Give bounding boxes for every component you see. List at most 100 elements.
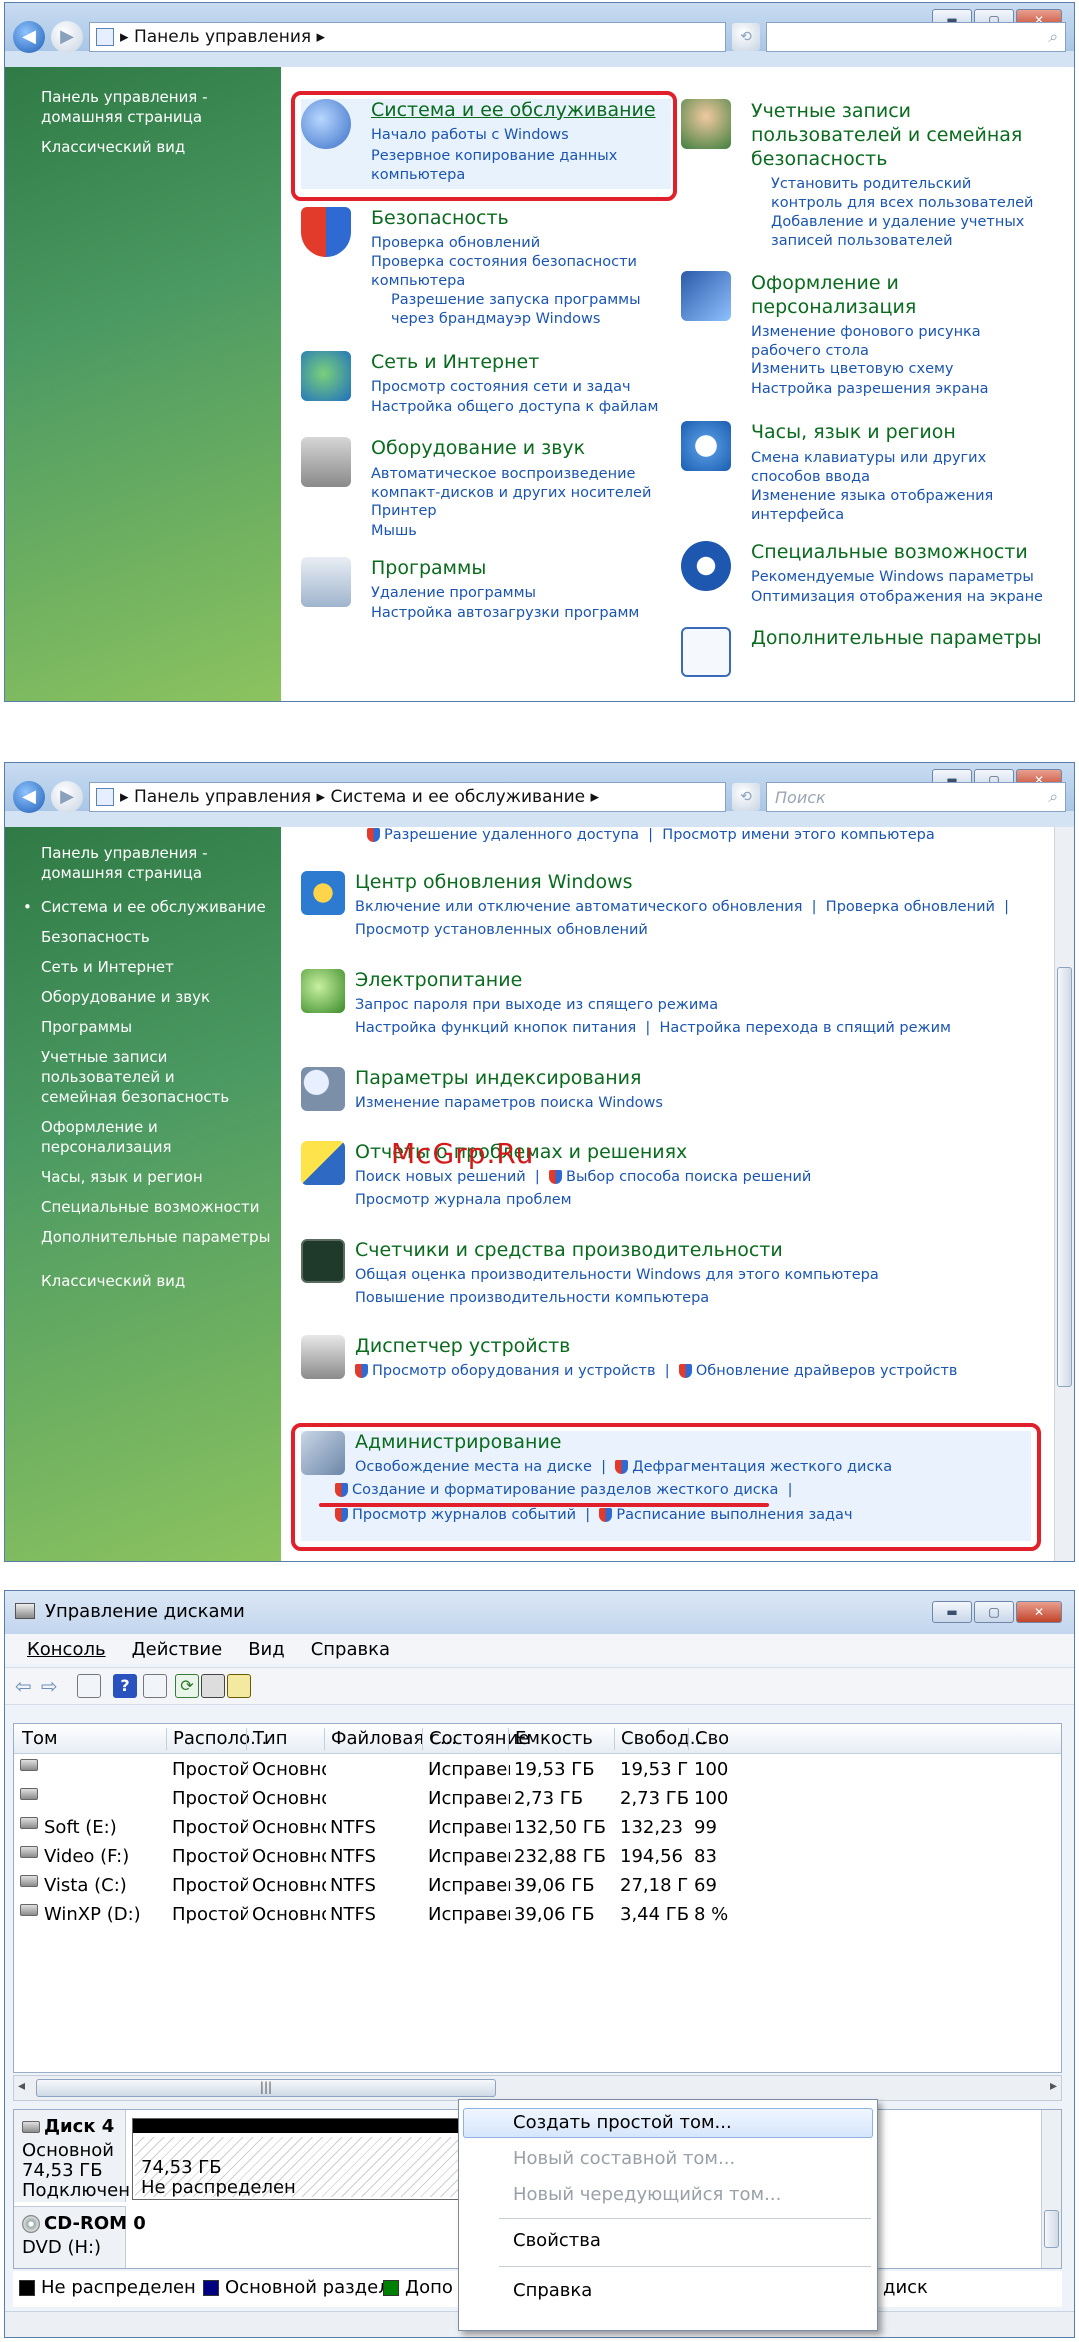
cdrom-info[interactable]: CD-ROM 0 DVD (H:) [14, 2206, 146, 2268]
category-security[interactable]: Безопасность Проверка обновлений Проверк… [301, 207, 681, 337]
magnifier-icon [301, 1067, 345, 1111]
breadcrumb-control-panel[interactable]: Панель управления [134, 787, 311, 807]
refresh-icon[interactable]: ⟳ [175, 1674, 199, 1698]
performance-monitor-icon [301, 1239, 345, 1283]
sidebar-item-hardware[interactable]: Оборудование и звук [41, 987, 281, 1007]
menu-view[interactable]: Вид [248, 1639, 285, 1660]
section-indexing[interactable]: Параметры индексирования Изменение парам… [301, 1067, 1041, 1117]
section-performance[interactable]: Счетчики и средства производительности О… [301, 1239, 1041, 1306]
sidebar-item-accounts[interactable]: Учетные записи пользователей и семейная … [41, 1047, 251, 1107]
table-cell: 19,53 ГБ [514, 1759, 595, 1780]
table-cell: WinXP (D:) [44, 1904, 141, 1925]
minimize-button[interactable]: ▬ [932, 1601, 972, 1623]
scroll-thumb[interactable] [1044, 2210, 1059, 2248]
col-type[interactable]: Тип [246, 1728, 287, 1750]
category-accounts[interactable]: Учетные записи пользователей и семейная … [681, 99, 1061, 249]
menu-console[interactable]: Консоль [27, 1639, 106, 1660]
sidebar-item-system[interactable]: • Система и ее обслуживание [23, 897, 281, 917]
section-administration[interactable]: Администрирование Освобождение места на … [301, 1431, 1031, 1541]
refresh-icon[interactable]: ⟲ [732, 783, 760, 811]
section-power[interactable]: Электропитание Запрос пароля при выходе … [301, 969, 1041, 1036]
volume-icon [20, 1788, 38, 1800]
sidebar-item-security[interactable]: Безопасность [41, 927, 281, 947]
table-cell: 27,18 ГБ [620, 1875, 690, 1896]
back-button[interactable]: ◀ [13, 21, 45, 53]
scroll-thumb[interactable] [1057, 967, 1072, 1387]
menu-new-striped-volume[interactable]: Новый чередующийся том... [513, 2184, 781, 2205]
sidebar-item-clock[interactable]: Часы, язык и регион [41, 1167, 281, 1187]
table-row[interactable]: ПростойОсновнойИсправен...19,53 ГБ19,53 … [14, 1756, 1061, 1785]
volume-icon [20, 1846, 38, 1858]
section-device-manager[interactable]: Диспетчер устройств Просмотр оборудовани… [301, 1335, 1041, 1385]
table-row[interactable]: WinXP (D:) ПростойОсновнойNTFS Исправен...… [14, 1901, 1061, 1930]
power-icon [301, 969, 345, 1013]
search-icon[interactable]: ⌕ [1048, 787, 1057, 807]
sidebar-item-home[interactable]: Панель управления - домашняя страница [41, 843, 231, 883]
disk4-info[interactable]: Диск 4 Основной 74,53 ГБ Подключен [14, 2110, 130, 2202]
action-pane-icon[interactable] [143, 1674, 167, 1698]
scroll-thumb[interactable]: ||| [36, 2079, 496, 2097]
vertical-scrollbar[interactable] [1054, 827, 1074, 1561]
refresh-icon[interactable]: ⟲ [732, 23, 760, 51]
back-arrow-icon[interactable]: ⇦ [15, 1674, 39, 1698]
col-percent-free[interactable]: Сво [688, 1728, 728, 1750]
forward-button[interactable]: ▶ [51, 781, 83, 813]
back-button[interactable]: ◀ [13, 781, 45, 813]
category-hardware[interactable]: Оборудование и звук Автоматическое воспр… [301, 437, 691, 539]
table-cell: 2,73 ГБ [514, 1788, 584, 1809]
forward-button[interactable]: ▶ [51, 21, 83, 53]
disk-map-scrollbar[interactable] [1041, 2110, 1061, 2268]
uac-shield-icon [355, 1364, 368, 1378]
maximize-button[interactable]: ▢ [974, 1601, 1014, 1623]
sidebar-item-home[interactable]: Панель управления - домашняя страница [41, 87, 231, 127]
menu-create-simple-volume[interactable]: Создать простой том... [513, 2112, 732, 2133]
sidebar-item-accessibility[interactable]: Специальные возможности [41, 1197, 281, 1217]
breadcrumb-system[interactable]: Система и ее обслуживание [330, 787, 585, 807]
category-appearance[interactable]: Оформление и персонализация Изменение фо… [681, 271, 1061, 397]
search-input[interactable]: Поиск ⌕ [766, 782, 1066, 812]
category-additional[interactable]: Дополнительные параметры [681, 627, 1061, 677]
search-input[interactable]: ⌕ [766, 22, 1066, 52]
search-icon[interactable]: ⌕ [1048, 27, 1057, 47]
category-system[interactable]: Система и ее обслуживание Начало работы … [301, 99, 671, 189]
properties-icon[interactable] [201, 1674, 225, 1698]
category-clock[interactable]: Часы, язык и регион Смена клавиатуры или… [681, 421, 1061, 523]
col-capacity[interactable]: Емкость [508, 1728, 593, 1750]
table-cell: Простой [172, 1759, 248, 1780]
help-icon[interactable]: ? [113, 1674, 137, 1698]
sidebar-item-classic[interactable]: Классический вид [41, 137, 281, 157]
watermark: McGrp.Ru [391, 1137, 535, 1170]
table-row[interactable]: Vista (C:) ПростойОсновнойNTFS Исправен...… [14, 1872, 1061, 1901]
sidebar-item-classic[interactable]: Классический вид [41, 1271, 281, 1291]
breadcrumb[interactable]: Панель управления [134, 27, 311, 47]
console-tree-icon[interactable] [77, 1674, 101, 1698]
sidebar-item-programs[interactable]: Программы [41, 1017, 281, 1037]
forward-arrow-icon[interactable]: ⇨ [41, 1674, 65, 1698]
category-programs[interactable]: Программы Удаление программы Настройка а… [301, 557, 691, 621]
scroll-left-icon[interactable]: ◂ [18, 2078, 25, 2094]
sidebar-item-additional[interactable]: Дополнительные параметры [41, 1227, 281, 1247]
menu-help[interactable]: Справка [513, 2280, 592, 2301]
table-cell: Основной [252, 1788, 326, 1809]
category-network[interactable]: Сеть и Интернет Просмотр состояния сети … [301, 351, 691, 415]
table-row[interactable]: ПростойОсновнойИсправен...2,73 ГБ2,73 ГБ… [14, 1785, 1061, 1814]
address-bar[interactable]: ▸ Панель управления ▸ [89, 22, 726, 52]
table-row[interactable]: Soft (E:)ПростойОсновнойNTFSИсправен...1… [14, 1814, 1061, 1843]
category-accessibility[interactable]: Специальные возможности Рекомендуемые Wi… [681, 541, 1061, 605]
section-windows-update[interactable]: Центр обновления Windows Включение или о… [301, 871, 1041, 941]
horizontal-scrollbar[interactable]: ◂ ||| ▸ [13, 2075, 1062, 2101]
menu-properties[interactable]: Свойства [513, 2230, 601, 2251]
table-row[interactable]: Video (F:) ПростойОсновнойNTFS Исправен...… [14, 1843, 1061, 1872]
menu-help[interactable]: Справка [311, 1639, 390, 1660]
col-volume[interactable]: Том [22, 1728, 58, 1749]
sidebar-item-appearance[interactable]: Оформление и персонализация [41, 1117, 231, 1157]
rescan-icon[interactable] [227, 1674, 251, 1698]
address-bar[interactable]: ▸ Панель управления ▸ Система и ее обслу… [89, 782, 726, 812]
accessibility-icon [681, 541, 731, 591]
scroll-right-icon[interactable]: ▸ [1050, 2078, 1057, 2094]
close-button[interactable]: ✕ [1016, 1601, 1062, 1623]
table-cell: Основной [252, 1846, 326, 1867]
menu-new-spanned-volume[interactable]: Новый составной том... [513, 2148, 735, 2169]
menu-action[interactable]: Действие [132, 1639, 223, 1660]
sidebar-item-network[interactable]: Сеть и Интернет [41, 957, 281, 977]
